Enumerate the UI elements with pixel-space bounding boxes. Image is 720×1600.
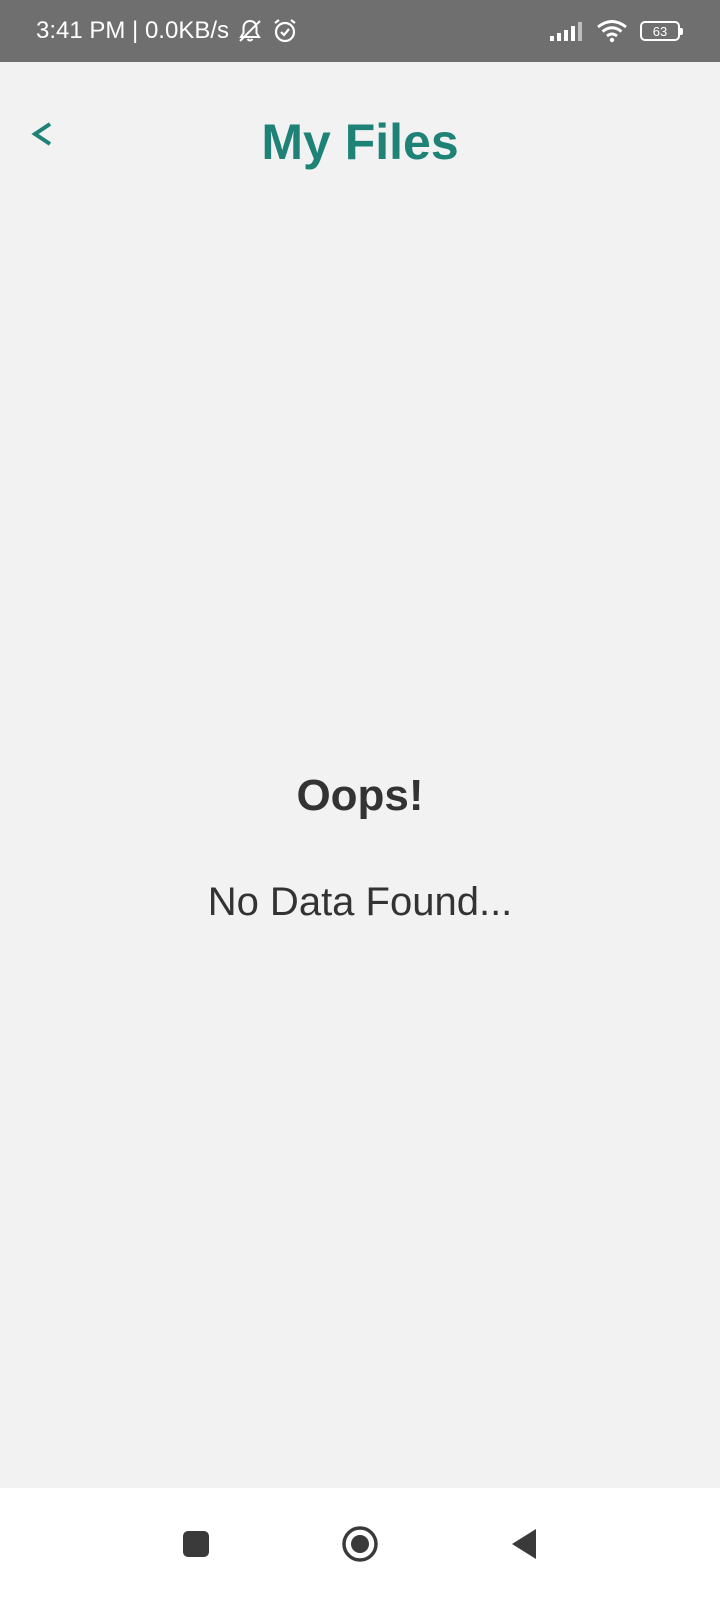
home-circle-icon [342, 1526, 378, 1562]
system-nav-bar [0, 1488, 720, 1600]
recents-square-icon [183, 1531, 209, 1557]
status-left: 3:41 PM | 0.0KB/s [36, 0, 299, 62]
wifi-icon [596, 19, 628, 43]
status-time-text: 3:41 PM | 0.0KB/s [36, 17, 229, 44]
app-header: My Files [0, 62, 720, 222]
signal-icon [550, 20, 584, 42]
status-right: 63 [538, 0, 683, 62]
status-bar: 3:41 PM | 0.0KB/s 63 [0, 0, 720, 62]
empty-state-message: No Data Found... [207, 880, 513, 924]
back-triangle-icon [512, 1529, 536, 1559]
alarm-icon [271, 17, 299, 45]
page-title: My Files [261, 114, 459, 170]
recents-button[interactable] [166, 1514, 226, 1574]
battery-level-text: 63 [652, 23, 668, 39]
battery-icon: 63 [640, 21, 683, 41]
empty-state-title: Oops! [296, 771, 424, 820]
nav-back-button[interactable] [494, 1514, 554, 1574]
home-button[interactable] [330, 1514, 390, 1574]
notifications-muted-icon [237, 18, 263, 44]
